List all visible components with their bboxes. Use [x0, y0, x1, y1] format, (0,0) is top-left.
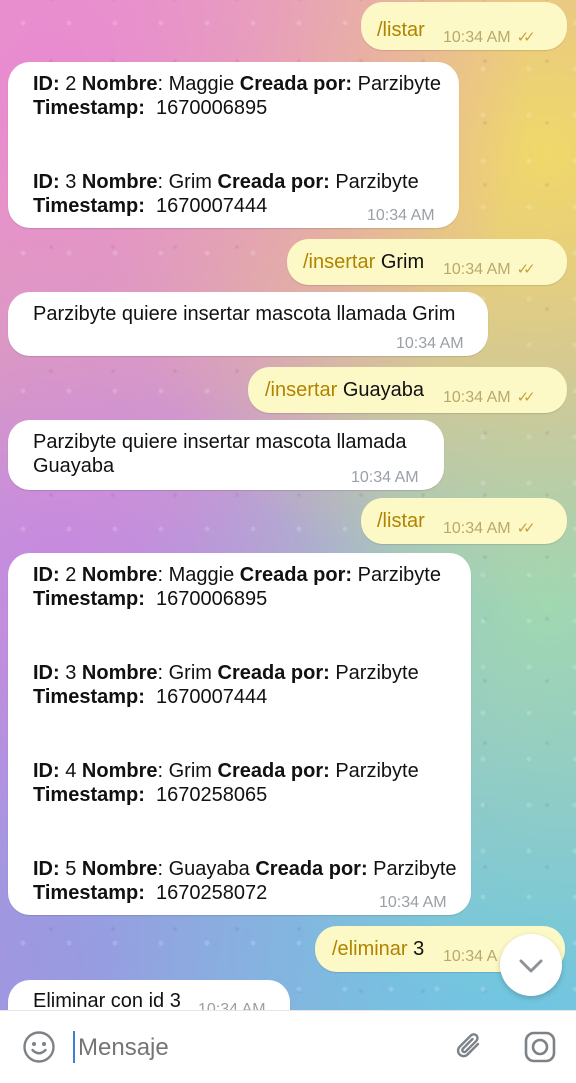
command-link[interactable]: /eliminar: [332, 938, 408, 960]
name-label: Nombre: [81, 73, 158, 95]
command-argument: 3: [413, 938, 425, 960]
record-timestamp: 1670258065: [156, 784, 268, 806]
record-creator: Parzibyte: [335, 760, 419, 782]
command-link[interactable]: /insertar: [265, 379, 337, 401]
record-timestamp: 1670258072: [156, 882, 268, 904]
message-time: 10:34 AM: [351, 469, 419, 486]
id-label: ID:: [33, 171, 60, 193]
message-incoming[interactable]: ID: 2 Nombre: Maggie Creada por: Parziby…: [8, 553, 471, 915]
record-id: 3: [65, 171, 77, 193]
text-caret: [73, 1031, 75, 1063]
message-outgoing[interactable]: /insertar Guayaba 10:34 AM ✓✓: [248, 367, 567, 413]
instagram-camera-icon: [524, 1031, 556, 1063]
created-by-label: Creada por:: [217, 171, 330, 193]
record-name: Grim: [168, 171, 212, 193]
command-link[interactable]: /listar: [377, 19, 425, 41]
command-argument: Grim: [380, 251, 425, 273]
record-creator: Parzibyte: [357, 564, 441, 586]
record-creator: Parzibyte: [335, 171, 419, 193]
record-id: 4: [65, 760, 77, 782]
record-id: 3: [65, 662, 77, 684]
timestamp-label: Timestamp:: [33, 882, 145, 904]
double-check-icon: ✓✓: [516, 261, 536, 278]
name-label: Nombre: [81, 858, 158, 880]
timestamp-label: Timestamp:: [33, 588, 145, 610]
scroll-down-button[interactable]: [500, 934, 562, 996]
chevron-down-icon: [519, 959, 543, 973]
message-incoming[interactable]: ID: 2 Nombre: Maggie Creada por: Parziby…: [8, 62, 459, 228]
created-by-label: Creada por:: [239, 73, 353, 95]
timestamp-label: Timestamp:: [33, 195, 145, 217]
record-name: Guayaba: [168, 858, 250, 880]
double-check-icon: ✓✓: [516, 29, 536, 46]
created-by-label: Creada por:: [217, 760, 330, 782]
timestamp-label: Timestamp:: [33, 97, 145, 119]
created-by-label: Creada por:: [255, 858, 368, 880]
name-label: Nombre: [81, 662, 158, 684]
name-label: Nombre: [81, 760, 158, 782]
message-time: 10:34 AM: [396, 335, 464, 352]
message-time: 10:34 AM: [443, 29, 511, 46]
message-time: 10:34 AM: [367, 207, 435, 224]
id-label: ID:: [33, 760, 60, 782]
record-id: 2: [65, 564, 77, 586]
record-id: 2: [65, 73, 77, 95]
timestamp-label: Timestamp:: [33, 784, 145, 806]
name-label: Nombre: [81, 171, 158, 193]
record-timestamp: 1670007444: [156, 195, 268, 217]
record-name: Grim: [168, 662, 212, 684]
double-check-icon: ✓✓: [516, 520, 536, 537]
record-entry: ID: 4 Nombre: Grim Creada por: Parzibyte…: [33, 760, 419, 806]
command-link[interactable]: /listar: [377, 510, 425, 532]
message-incoming[interactable]: Parzibyte quiere insertar mascota llamad…: [8, 420, 444, 490]
emoji-button[interactable]: [22, 1030, 56, 1064]
record-entry: ID: 2 Nombre: Maggie Creada por: Parziby…: [33, 564, 441, 610]
record-entry: ID: 3 Nombre: Grim Creada por: Parzibyte…: [33, 662, 419, 708]
attach-button[interactable]: [452, 1029, 488, 1065]
message-incoming[interactable]: Parzibyte quiere insertar mascota llamad…: [8, 292, 488, 356]
message-time: 10:34 AM: [379, 894, 447, 911]
record-id: 5: [65, 858, 77, 880]
record-name: Grim: [168, 760, 212, 782]
record-name: Maggie: [168, 564, 235, 586]
id-label: ID:: [33, 662, 60, 684]
timestamp-label: Timestamp:: [33, 686, 145, 708]
paperclip-icon: [456, 1033, 480, 1058]
record-name: Maggie: [168, 73, 235, 95]
id-label: ID:: [33, 858, 60, 880]
command-link[interactable]: /insertar: [303, 251, 375, 273]
record-creator: Parzibyte: [373, 858, 457, 880]
double-check-icon: ✓✓: [516, 389, 536, 406]
emoji-icon: [23, 1031, 55, 1063]
id-label: ID:: [33, 564, 60, 586]
message-time: 10:34 AM: [443, 520, 511, 537]
message-outgoing[interactable]: /listar 10:34 AM ✓✓: [361, 498, 567, 544]
message-input[interactable]: [76, 1027, 440, 1069]
record-creator: Parzibyte: [335, 662, 419, 684]
message-time: 10:34 AM: [443, 389, 511, 406]
record-timestamp: 1670006895: [156, 588, 268, 610]
record-timestamp: 1670006895: [156, 97, 268, 119]
message-outgoing[interactable]: /insertar Grim 10:34 AM ✓✓: [287, 239, 567, 285]
record-creator: Parzibyte: [357, 73, 441, 95]
camera-button[interactable]: [522, 1029, 558, 1065]
created-by-label: Creada por:: [239, 564, 353, 586]
record-entry: ID: 2 Nombre: Maggie Creada por: Parziby…: [33, 73, 441, 119]
message-text: Parzibyte quiere insertar mascota llamad…: [33, 303, 456, 325]
message-time: 10:34 AM: [443, 261, 511, 278]
id-label: ID:: [33, 73, 60, 95]
message-input-bar: [0, 1010, 576, 1083]
record-timestamp: 1670007444: [156, 686, 268, 708]
created-by-label: Creada por:: [217, 662, 330, 684]
message-outgoing[interactable]: /listar 10:34 AM ✓✓: [361, 2, 567, 50]
message-time: 10:34 A: [443, 948, 498, 965]
command-argument: Guayaba: [342, 379, 424, 401]
name-label: Nombre: [81, 564, 158, 586]
message-text: Parzibyte quiere insertar mascota llamad…: [33, 431, 407, 453]
